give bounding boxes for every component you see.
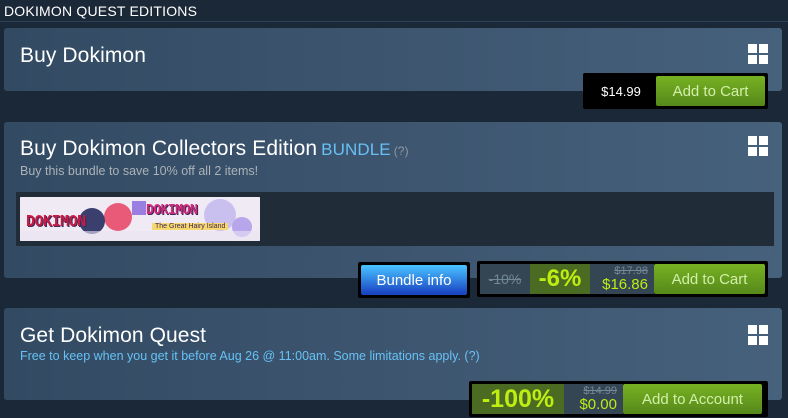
final-price: $0.00 <box>579 396 617 413</box>
capsule-logo-1: DOKIMON <box>26 212 86 230</box>
item-title: Buy Dokimon <box>20 44 146 67</box>
item-title: Get Dokimon Quest <box>20 324 207 347</box>
price-block: $14.99 $0.00 <box>564 384 623 414</box>
bundle-info-button[interactable]: Bundle info <box>361 265 467 295</box>
bundle-label: BUNDLE <box>321 140 391 159</box>
item-title: Buy Dokimon Collectors Edition BUNDLE (?) <box>20 137 409 161</box>
windows-icon <box>748 44 768 64</box>
promo-text: Free to keep when you get it before Aug … <box>20 349 480 363</box>
item-price: $14.99 <box>601 83 641 99</box>
add-to-cart-button[interactable]: Add to Cart <box>654 264 765 294</box>
section-header: DOKIMON QUEST EDITIONS <box>0 0 788 22</box>
bundle-discount: -10% <box>480 264 530 294</box>
purchase-card-bundle: Buy Dokimon Collectors Edition BUNDLE (?) … <box>4 122 782 278</box>
bundle-info-button-wrap: Bundle info <box>358 262 470 298</box>
bundle-title: Buy Dokimon Collectors Edition <box>20 137 318 160</box>
windows-icon <box>748 136 768 156</box>
add-to-cart-button[interactable]: Add to Cart <box>656 76 765 106</box>
discount-percent: -100% <box>472 384 564 414</box>
price-block: $17.98 $16.86 <box>590 264 654 294</box>
purchase-action-standard: $14.99 Add to Cart <box>583 73 768 109</box>
capsule-subtitle: The Great Hairy Island <box>152 223 229 230</box>
discount-percent: -6% <box>530 264 590 294</box>
section-title: DOKIMON QUEST EDITIONS <box>4 3 198 19</box>
help-link[interactable]: (?) <box>394 144 409 158</box>
purchase-action-bundle: -10% -6% $17.98 $16.86 Add to Cart <box>477 261 768 297</box>
bundle-items-strip: DOKIMON DOKIMON The Great Hairy Island <box>16 192 774 246</box>
bundle-description: Buy this bundle to save 10% off all 2 it… <box>20 164 259 178</box>
final-price: $16.86 <box>602 276 648 293</box>
capsule-logo-2: DOKIMON <box>146 203 198 218</box>
add-to-account-button[interactable]: Add to Account <box>623 384 762 414</box>
bundle-capsule-image[interactable]: DOKIMON DOKIMON The Great Hairy Island <box>20 197 260 241</box>
purchase-action-free: -100% $14.99 $0.00 Add to Account <box>469 381 768 417</box>
windows-icon <box>748 325 768 345</box>
